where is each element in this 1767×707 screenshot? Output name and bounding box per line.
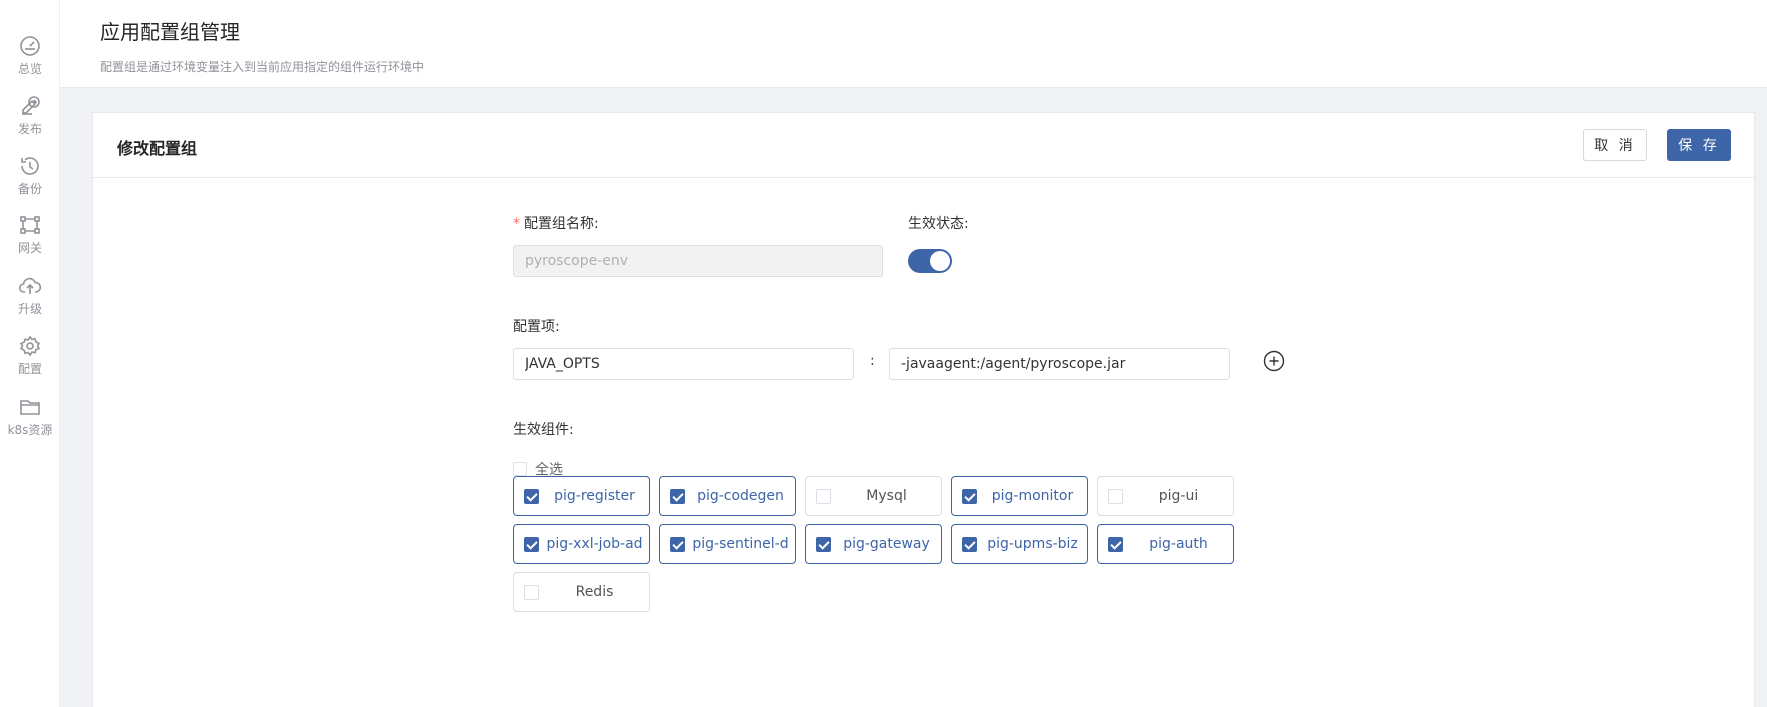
folder-icon xyxy=(20,400,40,415)
cloud-upload-icon xyxy=(18,277,42,294)
component-chip[interactable]: pig-auth xyxy=(1097,524,1234,564)
component-name: pig-sentinel-d xyxy=(692,536,789,552)
sidebar-item-label: 备份 xyxy=(17,182,42,196)
config-name-label: * 配置组名称: xyxy=(513,216,599,232)
sidebar-item-k8s[interactable]: k8s资源 xyxy=(0,387,60,439)
config-name-input[interactable] xyxy=(513,245,883,277)
component-chip[interactable]: pig-codegen xyxy=(659,476,796,516)
component-chip[interactable]: pig-upms-biz xyxy=(951,524,1088,564)
unchecked-checkbox[interactable] xyxy=(1108,489,1123,504)
sidebar-item-label: k8s资源 xyxy=(7,423,53,437)
config-key-input[interactable] xyxy=(513,348,854,380)
config-value-input[interactable] xyxy=(889,348,1230,380)
component-name: Mysql xyxy=(866,488,907,504)
status-label: 生效状态: xyxy=(908,216,969,232)
config-items-label: 配置项: xyxy=(513,319,560,335)
sidebar-item-label: 配置 xyxy=(17,362,42,376)
unchecked-checkbox[interactable] xyxy=(524,585,539,600)
component-chip[interactable]: Mysql xyxy=(805,476,942,516)
page-subtitle: 配置组是通过环境变量注入到当前应用指定的组件运行环境中 xyxy=(100,60,425,74)
sidebar-item-label: 升级 xyxy=(17,302,42,316)
component-chip[interactable]: pig-register xyxy=(513,476,650,516)
component-name: pig-upms-biz xyxy=(987,536,1078,552)
sidebar-item-label: 发布 xyxy=(17,122,42,136)
sidebar-item-publish[interactable]: 发布 xyxy=(0,86,60,138)
edit-config-group-card: 修改配置组 取 消 保 存 *配置组名称: 生效状态: 配置项: : 生效组件:… xyxy=(92,112,1755,707)
card-title: 修改配置组 xyxy=(117,139,198,158)
history-icon xyxy=(21,157,39,175)
sidebar-item-overview[interactable]: 总览 xyxy=(0,26,60,78)
publish-icon xyxy=(22,96,40,115)
unchecked-checkbox[interactable] xyxy=(816,489,831,504)
component-chip[interactable]: pig-xxl-job-ad xyxy=(513,524,650,564)
gateway-icon xyxy=(20,216,40,234)
page-title: 应用配置组管理 xyxy=(100,20,240,44)
add-item-icon[interactable] xyxy=(1263,350,1285,372)
component-chip[interactable]: pig-gateway xyxy=(805,524,942,564)
save-button[interactable]: 保 存 xyxy=(1667,129,1731,161)
gauge-icon xyxy=(20,36,40,56)
gear-icon xyxy=(19,335,41,357)
card-header: 修改配置组 取 消 保 存 xyxy=(93,113,1754,178)
component-name: pig-ui xyxy=(1158,488,1199,504)
component-name: pig-codegen xyxy=(697,488,784,504)
component-chip[interactable]: pig-ui xyxy=(1097,476,1234,516)
component-name: pig-gateway xyxy=(843,536,930,552)
component-name: Redis xyxy=(575,584,614,600)
checked-checkbox[interactable] xyxy=(524,489,539,504)
components-label: 生效组件: xyxy=(513,422,574,438)
checked-checkbox[interactable] xyxy=(670,489,685,504)
component-name: pig-monitor xyxy=(991,488,1074,504)
checked-checkbox[interactable] xyxy=(816,537,831,552)
toggle-knob xyxy=(930,251,950,271)
sidebar: 总览 发布 备份 网关 升级 配置 k8s资源 xyxy=(0,0,60,707)
component-chip[interactable]: Redis xyxy=(513,572,650,612)
component-chip[interactable]: pig-sentinel-d xyxy=(659,524,796,564)
sidebar-item-label: 网关 xyxy=(17,241,42,255)
checked-checkbox[interactable] xyxy=(524,537,539,552)
cancel-button[interactable]: 取 消 xyxy=(1583,129,1647,161)
key-value-separator: : xyxy=(870,353,875,369)
sidebar-item-upgrade[interactable]: 升级 xyxy=(0,266,60,318)
sidebar-item-gateway[interactable]: 网关 xyxy=(0,205,60,257)
sidebar-item-config[interactable]: 配置 xyxy=(0,326,60,378)
status-toggle[interactable] xyxy=(908,249,952,273)
page-header: 应用配置组管理 配置组是通过环境变量注入到当前应用指定的组件运行环境中 xyxy=(60,0,1767,88)
checked-checkbox[interactable] xyxy=(962,537,977,552)
required-mark: * xyxy=(513,216,520,232)
checked-checkbox[interactable] xyxy=(1108,537,1123,552)
component-chip[interactable]: pig-monitor xyxy=(951,476,1088,516)
sidebar-item-label: 总览 xyxy=(17,62,42,76)
sidebar-item-backup[interactable]: 备份 xyxy=(0,146,60,198)
checkbox-box xyxy=(513,462,527,476)
checked-checkbox[interactable] xyxy=(962,489,977,504)
checked-checkbox[interactable] xyxy=(670,537,685,552)
component-name: pig-register xyxy=(554,488,635,504)
component-name: pig-xxl-job-ad xyxy=(546,536,643,552)
component-name: pig-auth xyxy=(1149,536,1208,552)
